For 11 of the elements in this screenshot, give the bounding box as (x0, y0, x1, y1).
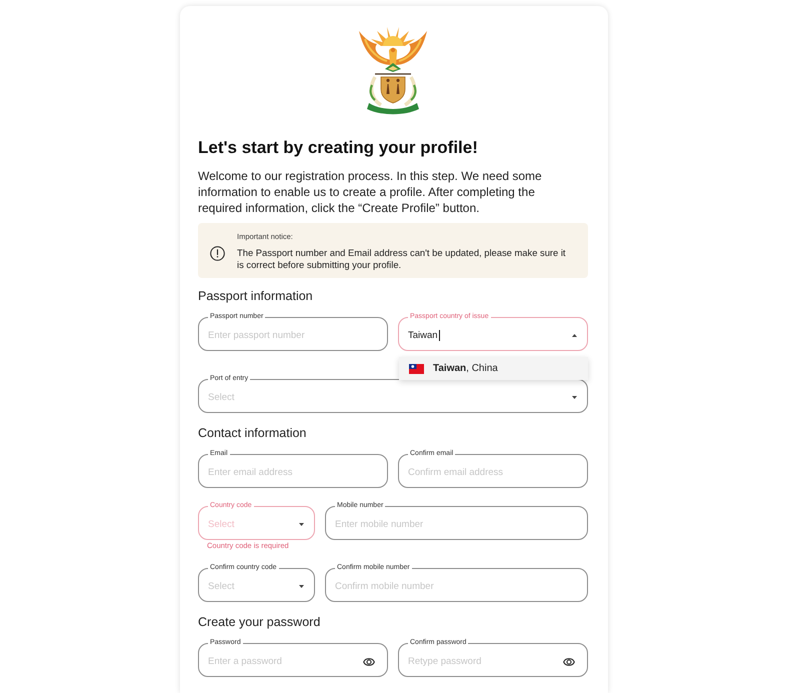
dropdown-option[interactable]: Taiwan, China (399, 357, 588, 380)
eye-icon[interactable] (363, 656, 375, 668)
exclamation-icon (210, 246, 225, 260)
section-heading: Create your password (198, 614, 322, 630)
section-heading: Contact information (198, 425, 308, 441)
section-heading: Passport information (198, 288, 314, 304)
notice-text: The Passport number and Email address can't be updated, please make sure it is correct before submitting your profile. (237, 247, 567, 271)
flag-icon (409, 364, 424, 374)
page-title: Let's start by creating your profile! (198, 137, 479, 159)
eye-icon[interactable] (563, 656, 575, 668)
intro-text: Welcome to our registration process. In this step. We need some information to enable us to create a profile. After completing the required information, click the “Create Profile” button. (198, 168, 543, 216)
